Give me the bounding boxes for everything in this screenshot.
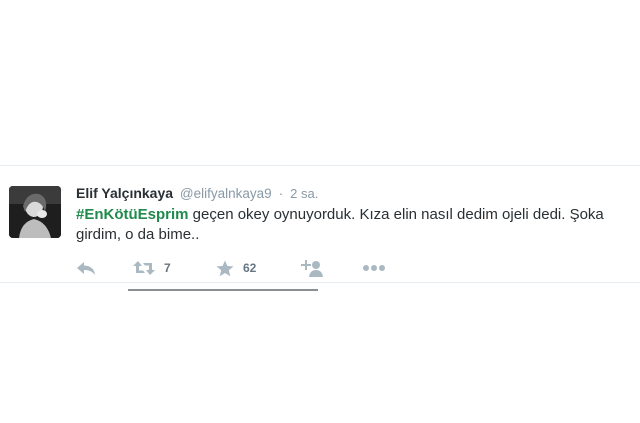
more-button[interactable] (362, 258, 386, 278)
tweet-actions: 7 62 (76, 258, 406, 278)
reply-icon (76, 260, 96, 276)
tweet-time[interactable]: 2 sa. (290, 186, 318, 201)
favorite-button[interactable]: 62 (216, 258, 256, 278)
star-icon (216, 260, 234, 277)
retweet-icon (133, 260, 155, 276)
retweet-button[interactable]: 7 (133, 258, 171, 278)
tweet-header: Elif Yalçınkaya @elifyalnkaya9 · 2 sa. (76, 185, 318, 201)
separator: · (278, 185, 284, 201)
follow-icon (301, 259, 323, 277)
author-name[interactable]: Elif Yalçınkaya (76, 185, 173, 201)
retweet-count: 7 (164, 261, 171, 275)
follow-button[interactable] (301, 258, 323, 278)
tweet-card[interactable]: Elif Yalçınkaya @elifyalnkaya9 · 2 sa. #… (0, 165, 640, 283)
tweet-text: #EnKötüEsprim geçen okey oynuyorduk. Kız… (76, 205, 636, 245)
favorite-count: 62 (243, 261, 257, 275)
avatar[interactable] (9, 186, 61, 238)
author-handle[interactable]: @elifyalnkaya9 (180, 186, 272, 201)
divider (128, 289, 318, 291)
reply-button[interactable] (76, 258, 96, 278)
hashtag-link[interactable]: #EnKötüEsprim (76, 206, 189, 223)
more-icon (362, 264, 386, 272)
